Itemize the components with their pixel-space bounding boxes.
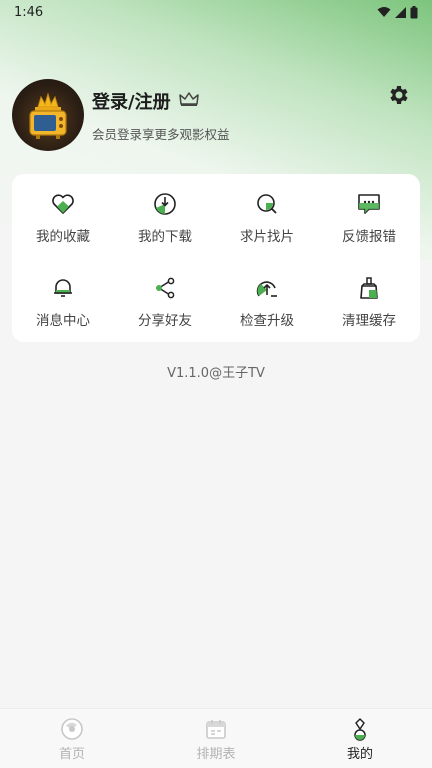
tv-logo-icon xyxy=(29,92,67,139)
upgrade-icon xyxy=(254,275,280,301)
profile-icon xyxy=(348,717,372,741)
grid-label: 我的下载 xyxy=(138,229,192,245)
wifi-icon xyxy=(377,6,391,18)
bottom-navigation: 首页 排期表 我的 xyxy=(0,708,432,768)
grid-item-request-film[interactable]: 求片找片 xyxy=(216,174,318,258)
grid-label: 分享好友 xyxy=(138,313,192,329)
nav-item-home[interactable]: 首页 xyxy=(0,709,144,768)
feature-grid-card: 我的收藏 我的下载 求片找片 反馈报错 消息中心 分享好友 检查升级 清理缓存 xyxy=(12,174,420,342)
grid-item-downloads[interactable]: 我的下载 xyxy=(114,174,216,258)
grid-item-messages[interactable]: 消息中心 xyxy=(12,258,114,342)
status-bar: 1:46 xyxy=(0,0,432,24)
clean-cache-icon xyxy=(356,275,382,301)
login-register-link[interactable]: 登录/注册 xyxy=(92,88,171,114)
nav-label: 首页 xyxy=(58,747,85,762)
grid-item-clear-cache[interactable]: 清理缓存 xyxy=(318,258,420,342)
nav-label: 排期表 xyxy=(196,747,236,762)
feedback-icon xyxy=(356,191,382,217)
nav-item-mine[interactable]: 我的 xyxy=(288,709,432,768)
grid-label: 消息中心 xyxy=(36,313,90,329)
grid-label: 反馈报错 xyxy=(342,229,396,245)
share-icon xyxy=(152,275,178,301)
bell-icon xyxy=(50,275,76,301)
grid-item-favorites[interactable]: 我的收藏 xyxy=(12,174,114,258)
grid-label: 清理缓存 xyxy=(342,313,396,329)
grid-label: 检查升级 xyxy=(240,313,294,329)
crown-icon xyxy=(178,91,199,111)
calendar-icon xyxy=(204,717,228,741)
version-label: V1.1.0@王子TV xyxy=(167,366,265,381)
grid-item-check-update[interactable]: 检查升级 xyxy=(216,258,318,342)
home-icon xyxy=(60,717,84,741)
search-film-icon xyxy=(254,191,280,217)
grid-item-share[interactable]: 分享好友 xyxy=(114,258,216,342)
download-icon xyxy=(152,191,178,217)
grid-label: 我的收藏 xyxy=(36,229,90,245)
gear-icon xyxy=(390,86,408,104)
heart-icon xyxy=(50,191,76,217)
grid-item-feedback[interactable]: 反馈报错 xyxy=(318,174,420,258)
member-benefits-subtitle: 会员登录享更多观影权益 xyxy=(92,126,230,142)
status-time: 1:46 xyxy=(14,4,44,20)
profile-header[interactable]: 登录/注册 会员登录享更多观影权益 xyxy=(12,78,420,152)
grid-label: 求片找片 xyxy=(240,229,294,245)
avatar[interactable] xyxy=(12,79,84,151)
settings-button[interactable] xyxy=(386,82,412,108)
status-icons xyxy=(377,5,418,19)
nav-label: 我的 xyxy=(346,747,373,762)
battery-icon xyxy=(410,5,418,19)
signal-icon xyxy=(395,6,406,18)
nav-item-schedule[interactable]: 排期表 xyxy=(144,709,288,768)
